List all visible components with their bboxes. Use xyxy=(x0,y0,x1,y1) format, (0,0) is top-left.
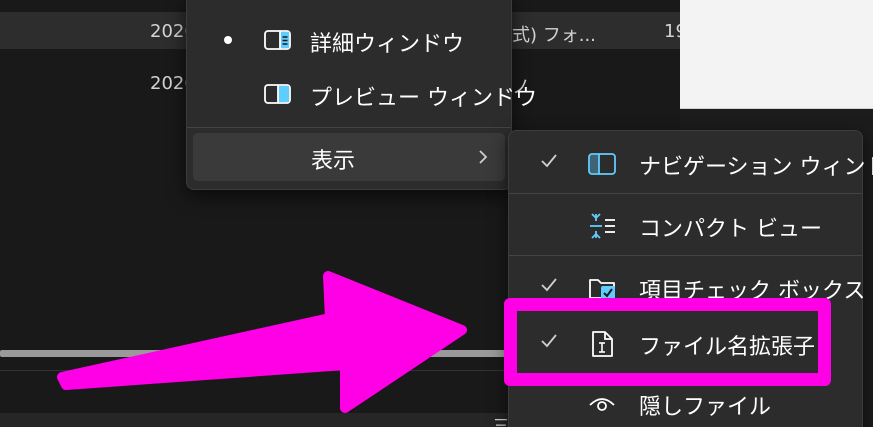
selected-dot-icon xyxy=(224,36,232,44)
menu-item-label: プレビュー ウィンドウ xyxy=(310,86,537,111)
details-panel xyxy=(680,0,873,108)
menu-item-label: 隠しファイル xyxy=(639,395,772,420)
menu-item-details-pane[interactable]: 詳細ウィンドウ xyxy=(193,17,505,63)
check-icon xyxy=(539,151,559,171)
status-bar xyxy=(0,413,520,427)
menu-item-label: 詳細ウィンドウ xyxy=(310,32,465,57)
menu-item-hidden-items[interactable]: 隠しファイル xyxy=(515,377,856,427)
menu-item-label: 項目チェック ボックス xyxy=(639,279,866,304)
menu-item-show[interactable]: 表示 xyxy=(193,133,505,181)
menu-item-file-extensions[interactable]: ファイル名拡張子 xyxy=(515,317,856,369)
file-type: 式) フォ... xyxy=(512,25,596,46)
check-icon xyxy=(539,331,559,351)
menu-separator xyxy=(187,127,511,128)
menu-item-label: 表示 xyxy=(311,149,356,174)
compact-view-icon xyxy=(587,211,617,241)
view-menu: 詳細ウィンドウ プレビュー ウィンドウ 表示 xyxy=(186,0,537,190)
file-extension-icon xyxy=(587,329,617,359)
status-text: 三 xyxy=(493,416,510,427)
menu-item-navigation-pane[interactable]: ナビゲーション ウィンドウ xyxy=(515,137,873,189)
menu-item-label: ファイル名拡張子 xyxy=(639,335,816,360)
divider xyxy=(0,370,520,371)
show-submenu: ナビゲーション ウィンドウ コンパクト ビュー xyxy=(508,130,873,427)
preview-pane-icon xyxy=(263,82,293,106)
hidden-items-icon xyxy=(587,389,617,419)
chevron-right-icon xyxy=(475,147,491,167)
menu-separator xyxy=(509,193,862,194)
item-checkboxes-icon xyxy=(587,273,617,303)
menu-separator xyxy=(509,255,862,256)
menu-item-item-checkboxes[interactable]: 項目チェック ボックス xyxy=(515,261,865,313)
menu-item-label: コンパクト ビュー xyxy=(639,217,822,242)
menu-item-label: ナビゲーション ウィンドウ xyxy=(639,155,873,180)
menu-item-compact-view[interactable]: コンパクト ビュー xyxy=(515,199,856,251)
details-pane-icon xyxy=(263,28,293,52)
check-icon xyxy=(539,275,559,295)
navigation-pane-icon xyxy=(587,149,617,179)
menu-item-preview-pane[interactable]: プレビュー ウィンドウ xyxy=(193,71,537,117)
horizontal-scrollbar[interactable] xyxy=(0,350,505,357)
